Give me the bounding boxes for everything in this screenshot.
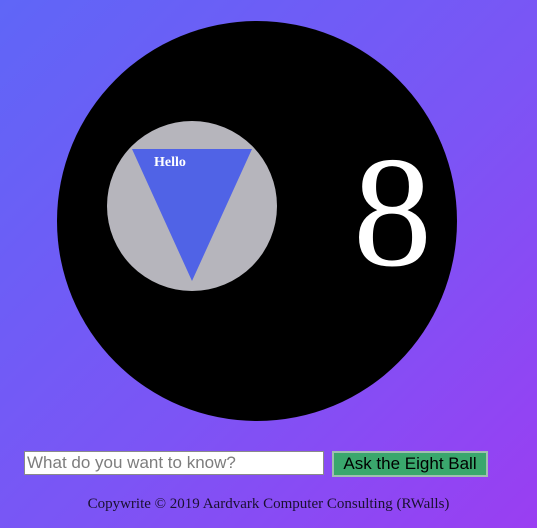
answer-text: Hello	[154, 155, 186, 170]
eight-ball[interactable]: Hello 8	[57, 21, 457, 421]
ask-eight-ball-button[interactable]: Ask the Eight Ball	[332, 451, 488, 477]
answer-window	[107, 121, 277, 291]
question-input[interactable]	[24, 451, 324, 475]
eight-number: 8	[353, 125, 432, 300]
answer-triangle	[132, 149, 252, 281]
footer-copyright: Copywrite © 2019 Aardvark Computer Consu…	[87, 496, 450, 512]
